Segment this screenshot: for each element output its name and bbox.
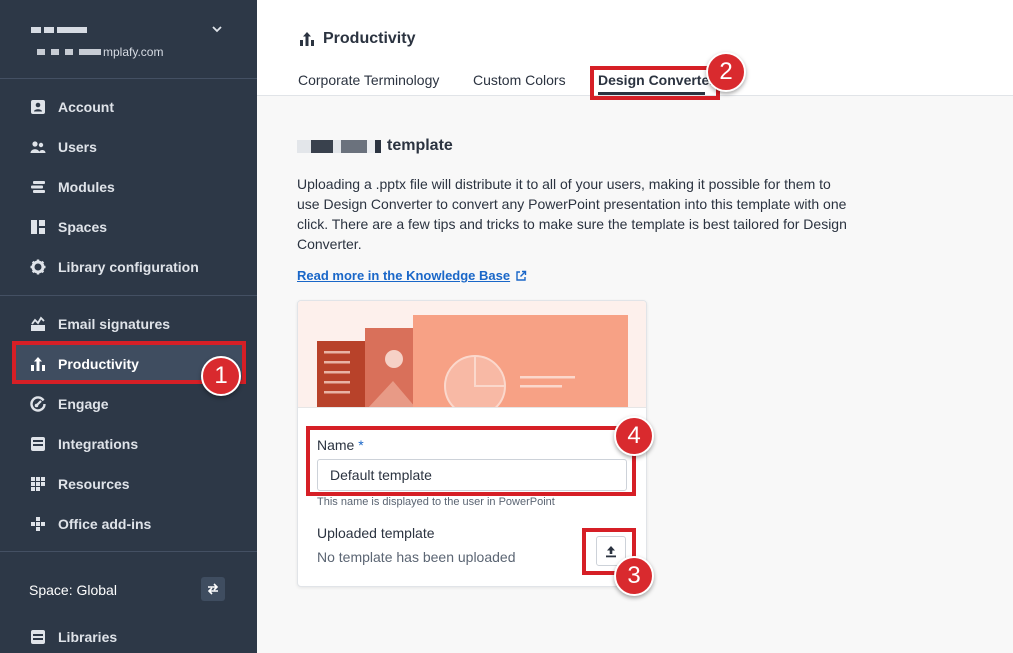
uploaded-template-label: Uploaded template [317, 525, 435, 541]
sidebar-item-office-addins[interactable]: Office add-ins [0, 504, 257, 544]
external-link-icon [516, 270, 527, 281]
annotation-box-2 [590, 66, 720, 100]
sidebar-item-label: Account [58, 99, 114, 115]
swap-icon [207, 583, 219, 595]
page-title-text: Productivity [323, 30, 416, 47]
sidebar-item-spaces[interactable]: Spaces [0, 207, 257, 247]
sidebar-item-label: Spaces [58, 219, 108, 235]
sidebar-item-label: Email signatures [58, 316, 171, 332]
gear-icon [30, 259, 46, 275]
annotation-badge-3: 3 [614, 556, 654, 596]
sidebar-item-resources[interactable]: Resources [0, 464, 257, 504]
integrations-icon [31, 437, 45, 451]
sidebar-item-library-configuration[interactable]: Library configuration [0, 247, 257, 287]
sidebar-item-email-signatures[interactable]: Email signatures [0, 304, 257, 344]
annotation-box-4 [306, 426, 636, 496]
sidebar-item-libraries[interactable]: Libraries [0, 617, 257, 653]
account-domain: mplafy.com [37, 45, 163, 59]
template-preview-illustration [298, 301, 646, 408]
sidebar-item-modules[interactable]: Modules [0, 167, 257, 207]
annotation-badge-4: 4 [614, 416, 654, 456]
account-icon [31, 100, 45, 114]
spaces-icon [31, 220, 45, 234]
signature-icon [31, 316, 45, 331]
engage-icon [30, 396, 46, 412]
space-label: Space: Global [29, 582, 117, 598]
knowledge-base-link[interactable]: Read more in the Knowledge Base [297, 268, 527, 283]
name-helper-text: This name is displayed to the user in Po… [317, 496, 555, 508]
chevron-down-icon[interactable] [210, 22, 224, 36]
sidebar-item-label: Libraries [58, 629, 118, 645]
sidebar-item-label: Modules [58, 179, 115, 195]
section-title-text: template [387, 137, 453, 154]
account-switcher[interactable]: mplafy.com [0, 0, 257, 79]
modules-icon [31, 181, 45, 193]
sidebar-item-label: Library configuration [58, 259, 199, 275]
sidebar-item-label: Engage [58, 396, 109, 412]
sidebar-divider [0, 551, 257, 552]
libraries-icon [31, 630, 45, 644]
redacted-text [297, 139, 381, 153]
sidebar-item-account[interactable]: Account [0, 87, 257, 127]
sidebar-divider [0, 295, 257, 296]
page-title: Productivity [299, 30, 415, 48]
resources-icon [31, 477, 45, 491]
sidebar-item-label: Office add-ins [58, 516, 152, 532]
annotation-badge-2: 2 [706, 52, 746, 92]
sidebar-item-label: Users [58, 139, 97, 155]
sidebar-item-label: Integrations [58, 436, 139, 452]
office-addins-icon [31, 517, 45, 531]
users-icon [30, 141, 46, 153]
sidebar: mplafy.com Account Users Modules Spaces … [0, 0, 257, 653]
description: Uploading a .pptx file will distribute i… [297, 176, 847, 252]
section-title: template [297, 137, 453, 155]
tab-corporate-terminology[interactable]: Corporate Terminology [298, 72, 439, 88]
account-domain-text: mplafy.com [103, 45, 164, 59]
switch-space-button[interactable] [201, 577, 225, 601]
productivity-icon [300, 32, 314, 46]
presentation-illustration [317, 315, 628, 407]
uploaded-template-status: No template has been uploaded [317, 549, 516, 565]
annotation-badge-1: 1 [201, 356, 241, 396]
sidebar-item-users[interactable]: Users [0, 127, 257, 167]
account-name-redacted [31, 27, 97, 33]
sidebar-item-integrations[interactable]: Integrations [0, 424, 257, 464]
tab-custom-colors[interactable]: Custom Colors [473, 72, 566, 88]
sidebar-item-label: Resources [58, 476, 130, 492]
knowledge-base-link-text: Read more in the Knowledge Base [297, 268, 511, 283]
